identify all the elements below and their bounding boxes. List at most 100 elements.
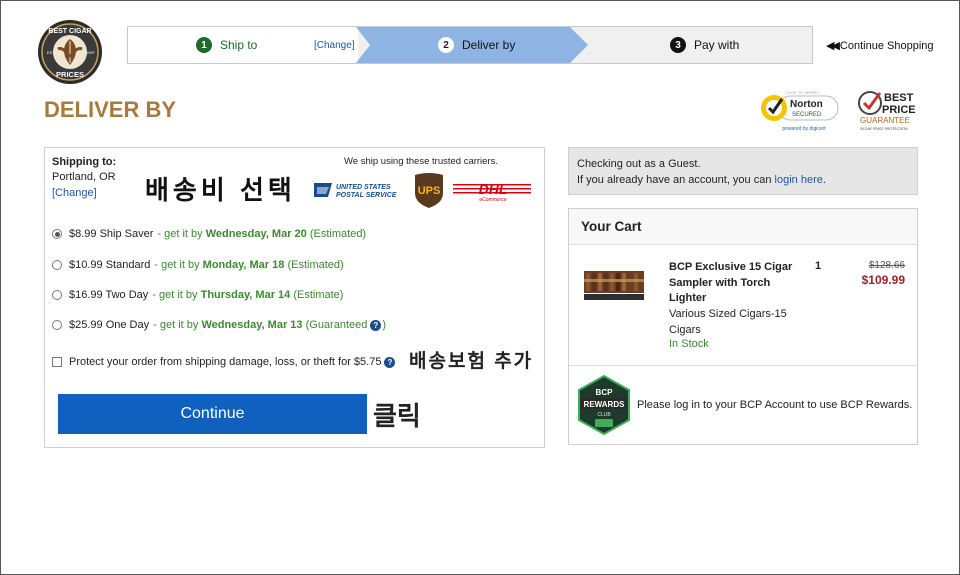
norton-brand-text: Norton: [790, 99, 823, 110]
best-price-check-icon: BEST PRICE GUARANTEE 30-DAY PRICE PROTEC…: [858, 91, 916, 131]
double-chevron-left-icon: ◀◀: [826, 40, 840, 52]
ups-logo-icon: UPS: [415, 173, 443, 208]
logo-est-text: EST.: [47, 50, 55, 55]
option-date: Wednesday, Mar 20: [205, 228, 307, 240]
option-pre: - get it by: [154, 259, 200, 271]
option-date: Monday, Mar 18: [202, 259, 285, 271]
option-pre: - get it by: [157, 228, 203, 240]
cigar-leaf-logo-icon: BEST CIGAR PRICES EST. 1997: [38, 20, 102, 84]
usps-line1: UNITED STATES: [336, 184, 391, 191]
step-pay-with: 3 Pay with: [588, 27, 814, 63]
rewards-message: Please log in to your BCP Account to use…: [637, 399, 913, 411]
cart-divider: [569, 365, 917, 366]
cart-title: Your Cart: [569, 209, 917, 245]
product-price: $109.99: [861, 273, 905, 287]
guest-line1: Checking out as a Guest.: [577, 158, 701, 170]
checkout-steps: 1 Ship to [Change] 2 Deliver by 3 Pay wi…: [127, 26, 813, 64]
logo-bottom-text: PRICES: [56, 70, 84, 79]
protection-label: Protect your order from shipping damage,…: [69, 356, 382, 368]
dhl-text: DHL: [479, 181, 508, 197]
logo-top-text: BEST CIGAR: [48, 28, 91, 35]
protection-checkbox[interactable]: [52, 357, 62, 367]
carriers-note: We ship using these trusted carriers.: [344, 156, 499, 167]
option-post: (Guaranteed: [305, 319, 368, 331]
continue-button[interactable]: Continue: [58, 394, 367, 434]
step-ship-to[interactable]: 1 Ship to [Change]: [128, 27, 358, 63]
option-date: Wednesday, Mar 13: [201, 319, 303, 331]
question-icon[interactable]: ?: [370, 319, 382, 331]
norton-secured-badge[interactable]: CLICK TO VERIFY Norton SECURED powered b…: [758, 88, 840, 134]
rewards-mid-text: REWARDS: [584, 400, 626, 409]
shipping-change-link[interactable]: [Change]: [52, 187, 97, 199]
step-change-link[interactable]: [Change]: [314, 40, 355, 51]
continue-shopping-label: Continue Shopping: [839, 39, 934, 52]
step-label: Ship to: [220, 38, 258, 52]
option-post-close: ): [382, 319, 387, 331]
norton-check-icon: CLICK TO VERIFY Norton SECURED powered b…: [761, 90, 839, 132]
best-price-guarantee-badge[interactable]: BEST PRICE GUARANTEE 30-DAY PRICE PROTEC…: [856, 89, 920, 133]
shipping-protection-option[interactable]: Protect your order from shipping damage,…: [52, 356, 396, 368]
norton-footer-text: powered by digicert: [782, 126, 826, 132]
radio-unselected[interactable]: [52, 320, 62, 330]
step-number: 1: [196, 37, 212, 53]
annotation-select-shipping: 배송비 선택: [145, 175, 296, 205]
radio-unselected[interactable]: [52, 290, 62, 300]
ups-text: UPS: [418, 185, 441, 197]
step-label: Pay with: [694, 38, 740, 52]
best-price-line4: 30-DAY PRICE PROTECTION: [860, 127, 908, 131]
product-old-price: $128.66: [868, 260, 905, 271]
page-title: DELIVER BY: [44, 97, 177, 122]
usps-logo-icon: UNITED STATES POSTAL SERVICE: [314, 183, 397, 199]
option-date: Thursday, Mar 14: [200, 289, 291, 301]
login-link[interactable]: login here: [775, 174, 823, 186]
annotation-add-insurance: 배송보험 추가: [409, 351, 534, 372]
product-desc: Various Sized Cigars-15 Cigars: [669, 308, 787, 336]
product-name[interactable]: BCP Exclusive 15 Cigar Sampler with Torc…: [669, 260, 799, 307]
shipping-option-ship-saver[interactable]: $8.99 Ship Saver - get it by Wednesday, …: [52, 228, 366, 240]
site-logo[interactable]: BEST CIGAR PRICES EST. 1997: [36, 19, 104, 85]
logo-year-text: 1997: [86, 50, 96, 55]
dhl-sub-text: eCommerce: [479, 197, 506, 202]
question-icon[interactable]: ?: [384, 356, 396, 368]
step-label: Deliver by: [462, 38, 516, 52]
shipping-to-city: Portland, OR: [52, 171, 116, 183]
guest-line2-end: .: [822, 174, 826, 186]
product-qty: 1: [815, 260, 822, 272]
option-price: $8.99 Ship Saver: [69, 228, 154, 240]
best-price-line3: GUARANTEE: [860, 116, 910, 125]
shipping-option-one-day[interactable]: $25.99 One Day - get it by Wednesday, Ma…: [52, 319, 386, 331]
best-price-line1: BEST: [884, 92, 914, 104]
radio-selected[interactable]: [52, 229, 62, 239]
option-price: $10.99 Standard: [69, 259, 151, 271]
option-post: (Estimated): [309, 228, 367, 240]
step-deliver-by: 2 Deliver by: [356, 27, 588, 63]
guest-notice: Checking out as a Guest. If you already …: [568, 147, 918, 195]
annotation-click: 클릭: [373, 401, 421, 431]
bcp-rewards-badge-icon: BCP REWARDS CLUB: [578, 375, 630, 435]
option-post: (Estimate): [293, 289, 344, 301]
option-pre: - get it by: [153, 319, 199, 331]
step-number: 2: [438, 37, 454, 53]
best-price-line2: PRICE: [882, 104, 916, 116]
guest-line2-text: If you already have an account, you can: [577, 174, 772, 186]
guest-line2: If you already have an account, you can …: [577, 172, 909, 188]
option-post: (Estimated): [287, 259, 344, 271]
norton-top-text: CLICK TO VERIFY: [785, 90, 819, 95]
dhl-logo-icon: DHL eCommerce: [453, 181, 531, 202]
cart-panel: Your Cart BCP Exclusive 15 Cigar Sampler…: [568, 208, 918, 445]
rewards-top-text: BCP: [596, 388, 614, 397]
shipping-option-standard[interactable]: $10.99 Standard - get it by Monday, Mar …: [52, 259, 344, 271]
continue-shopping-link[interactable]: ◀◀ Continue Shopping: [826, 39, 934, 53]
deliver-by-panel: Shipping to: Portland, OR [Change] 배송비 선…: [44, 147, 545, 448]
rewards-bottom-text: CLUB: [597, 412, 611, 418]
radio-unselected[interactable]: [52, 260, 62, 270]
norton-sub-text: SECURED: [792, 112, 822, 118]
step-number: 3: [670, 37, 686, 53]
product-stock: In Stock: [669, 338, 709, 350]
option-pre: - get it by: [152, 289, 198, 301]
option-price: $25.99 One Day: [69, 319, 150, 331]
shipping-option-two-day[interactable]: $16.99 Two Day - get it by Thursday, Mar…: [52, 289, 343, 301]
cigar-sampler-product-image[interactable]: [584, 267, 644, 303]
shipping-to-label: Shipping to:: [52, 156, 117, 168]
option-price: $16.99 Two Day: [69, 289, 149, 301]
